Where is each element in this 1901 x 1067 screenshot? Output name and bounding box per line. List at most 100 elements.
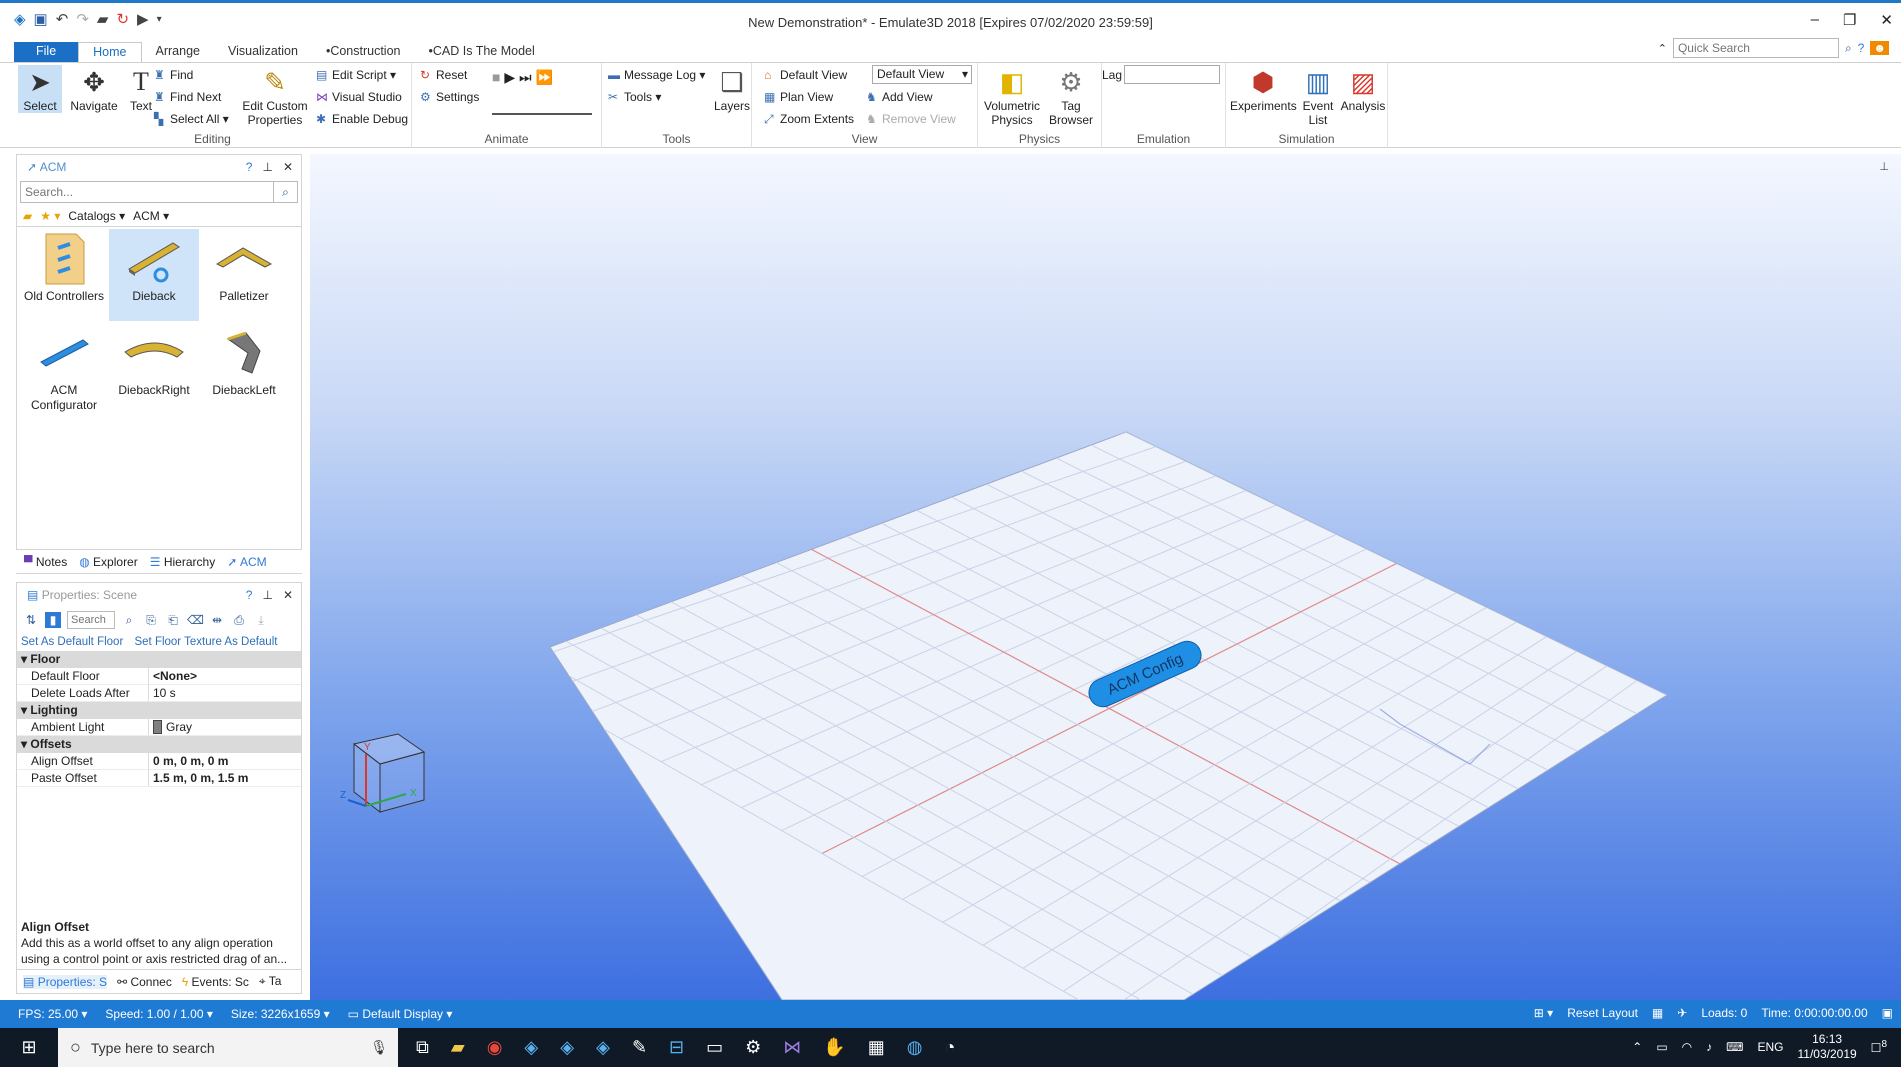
step-icon[interactable]: ⏭ [519, 69, 532, 85]
undo-icon[interactable]: ↶ [56, 11, 69, 29]
tab-cad-is-the-model[interactable]: •CAD Is The Model [415, 42, 549, 62]
edit-custom-properties-button[interactable]: ✎ Edit Custom Properties [240, 65, 310, 127]
floor-plane[interactable] [549, 431, 1669, 1000]
acm-dropdown[interactable]: ACM ▾ [133, 205, 169, 226]
layout-icon[interactable]: ⊞ ▾ [1534, 1006, 1553, 1020]
sort-alpha-icon[interactable]: ⇅ [23, 612, 39, 628]
visual-studio-icon[interactable]: ⋈ [783, 1037, 801, 1058]
pin-icon[interactable]: ⊥ [262, 583, 272, 607]
files-icon[interactable]: ▭ [706, 1037, 723, 1058]
3d-viewport[interactable]: ⊥ ACM Config Y X Z [310, 154, 1901, 1000]
open-icon[interactable]: ▰ [97, 11, 109, 29]
close-icon[interactable]: ✕ [283, 155, 293, 179]
event-list-button[interactable]: ▥ Event List [1298, 65, 1338, 127]
star-icon[interactable]: ★ ▾ [40, 205, 60, 226]
language-indicator[interactable]: ENG [1757, 1040, 1783, 1054]
close-icon[interactable]: ✕ [1880, 11, 1893, 29]
collapse-ribbon-icon[interactable]: ⌃ [1658, 42, 1667, 55]
align-icon[interactable]: ⇹ [209, 612, 225, 628]
remove-view-button[interactable]: ♞ Remove View [866, 111, 956, 127]
categorized-icon[interactable]: ▮ [45, 612, 61, 628]
analysis-button[interactable]: ▨ Analysis [1340, 65, 1386, 113]
notepad-icon[interactable]: ✎ [632, 1037, 647, 1058]
tab-connections[interactable]: ⚯ Connec [117, 975, 172, 989]
notifications-icon[interactable]: ☐8 [1871, 1039, 1887, 1055]
wifi-icon[interactable]: ◠ [1682, 1040, 1692, 1054]
help-icon[interactable]: ? [246, 155, 253, 179]
settings-icon[interactable]: ⚙ [745, 1037, 761, 1058]
help-icon[interactable]: ? [1858, 41, 1865, 55]
property-row[interactable]: Paste Offset 1.5 m, 0 m, 1.5 m [17, 770, 301, 787]
navigate-button[interactable]: ✥ Navigate [66, 65, 122, 113]
microphone-icon[interactable]: 🎙 [370, 1039, 388, 1056]
task-view-icon[interactable]: ⧉ [416, 1037, 429, 1058]
emulate3d-alt-icon[interactable]: ◈ [596, 1037, 610, 1058]
tag-browser-button[interactable]: ⚙ Tag Browser [1046, 65, 1096, 127]
tab-construction[interactable]: •Construction [312, 42, 415, 62]
folder-icon[interactable]: ▰ [23, 205, 32, 226]
lag-input[interactable] [1124, 65, 1220, 84]
reset-button[interactable]: ↻ Reset [420, 67, 467, 83]
property-row[interactable]: Delete Loads After 10 s [17, 685, 301, 702]
tab-arrange[interactable]: Arrange [142, 42, 214, 62]
taskbar-search[interactable]: ○ Type here to search 🎙 [58, 1028, 398, 1067]
tab-acm[interactable]: ➚ ACM [227, 555, 266, 569]
play-icon[interactable]: ▶ [504, 69, 515, 85]
set-floor-texture-link[interactable]: Set Floor Texture As Default [134, 636, 277, 648]
search-icon[interactable]: ⌕ [121, 612, 137, 628]
text-button[interactable]: T Text [124, 65, 158, 113]
reset-icon[interactable]: ↻ [116, 11, 129, 29]
default-view-button[interactable]: ⌂ Default View [764, 67, 847, 83]
export-icon[interactable]: ⎙ [231, 612, 247, 628]
catalog-item-dieback[interactable]: Dieback [109, 229, 199, 321]
paint-icon[interactable]: ✋ [823, 1037, 845, 1058]
find-next-button[interactable]: ♜ Find Next [154, 89, 221, 105]
search-icon[interactable]: ⌕ [273, 182, 297, 202]
delete-icon[interactable]: ⌫ [187, 612, 204, 628]
catalog-search-input[interactable] [21, 182, 273, 202]
calendar-icon[interactable]: ▦ [1652, 1006, 1663, 1020]
category-lighting[interactable]: ▾ Lighting [17, 702, 301, 719]
pin-icon[interactable]: ⊥ [262, 155, 272, 179]
calculator-icon[interactable]: ▦ [868, 1037, 885, 1058]
tab-file[interactable]: File [14, 42, 79, 62]
visual-studio-button[interactable]: ⋈ Visual Studio [316, 89, 402, 105]
property-row[interactable]: Default Floor <None> [17, 668, 301, 685]
battery-icon[interactable]: ▭ [1656, 1040, 1667, 1054]
stop-icon[interactable]: ■ [492, 69, 500, 85]
keyboard-icon[interactable]: ⌨ [1726, 1040, 1743, 1054]
catalog-item-dieback-left[interactable]: DiebackLeft [199, 323, 289, 415]
save-icon[interactable]: ▣ [34, 11, 48, 29]
qat-dropdown-icon[interactable]: ▾ [157, 11, 162, 29]
volumetric-physics-button[interactable]: ◧ Volumetric Physics [980, 65, 1044, 127]
set-default-floor-link[interactable]: Set As Default Floor [21, 636, 123, 648]
help-icon[interactable]: ? [246, 583, 253, 607]
category-offsets[interactable]: ▾ Offsets [17, 736, 301, 753]
redo-icon[interactable]: ↷ [76, 11, 89, 29]
tab-hierarchy[interactable]: ☰ Hierarchy [150, 555, 215, 569]
search-icon[interactable]: ⌕ [1845, 41, 1852, 56]
display-select[interactable]: ▭ Default Display ▾ [348, 1007, 453, 1021]
copy-icon[interactable]: ⎘ [143, 612, 159, 628]
property-row[interactable]: Ambient Light Gray [17, 719, 301, 736]
properties-search-input[interactable] [67, 611, 115, 629]
tab-tags[interactable]: ⌖ Ta [259, 974, 282, 989]
tray-expand-icon[interactable]: ⌃ [1632, 1040, 1642, 1054]
tab-home[interactable]: Home [78, 42, 142, 62]
experiments-button[interactable]: ⬢ Experiments [1230, 65, 1297, 113]
layers-button[interactable]: ❑ Layers [714, 65, 750, 113]
size-readout[interactable]: Size: 3226x1659 ▾ [231, 1007, 330, 1021]
tab-properties[interactable]: ▤ Properties: S [23, 974, 108, 989]
reset-layout-button[interactable]: Reset Layout [1567, 1006, 1638, 1020]
tab-explorer[interactable]: ◍ Explorer [79, 555, 138, 569]
plan-view-button[interactable]: ▦ Plan View [764, 89, 833, 105]
file-explorer-icon[interactable]: ▰ [451, 1037, 465, 1058]
fps-readout[interactable]: FPS: 25.00 ▾ [18, 1007, 87, 1021]
select-all-button[interactable]: ▚ Select All ▾ [154, 111, 229, 127]
more-icon[interactable]: ⤓ [253, 612, 269, 628]
minimize-icon[interactable]: – [1811, 11, 1819, 29]
catalog-item-palletizer[interactable]: Palletizer [199, 229, 289, 321]
enable-debug-button[interactable]: ✱ Enable Debug [316, 111, 408, 127]
catalog-item-acm-configurator[interactable]: ACM Configurator [19, 323, 109, 415]
volume-icon[interactable]: ♪ [1706, 1040, 1712, 1054]
